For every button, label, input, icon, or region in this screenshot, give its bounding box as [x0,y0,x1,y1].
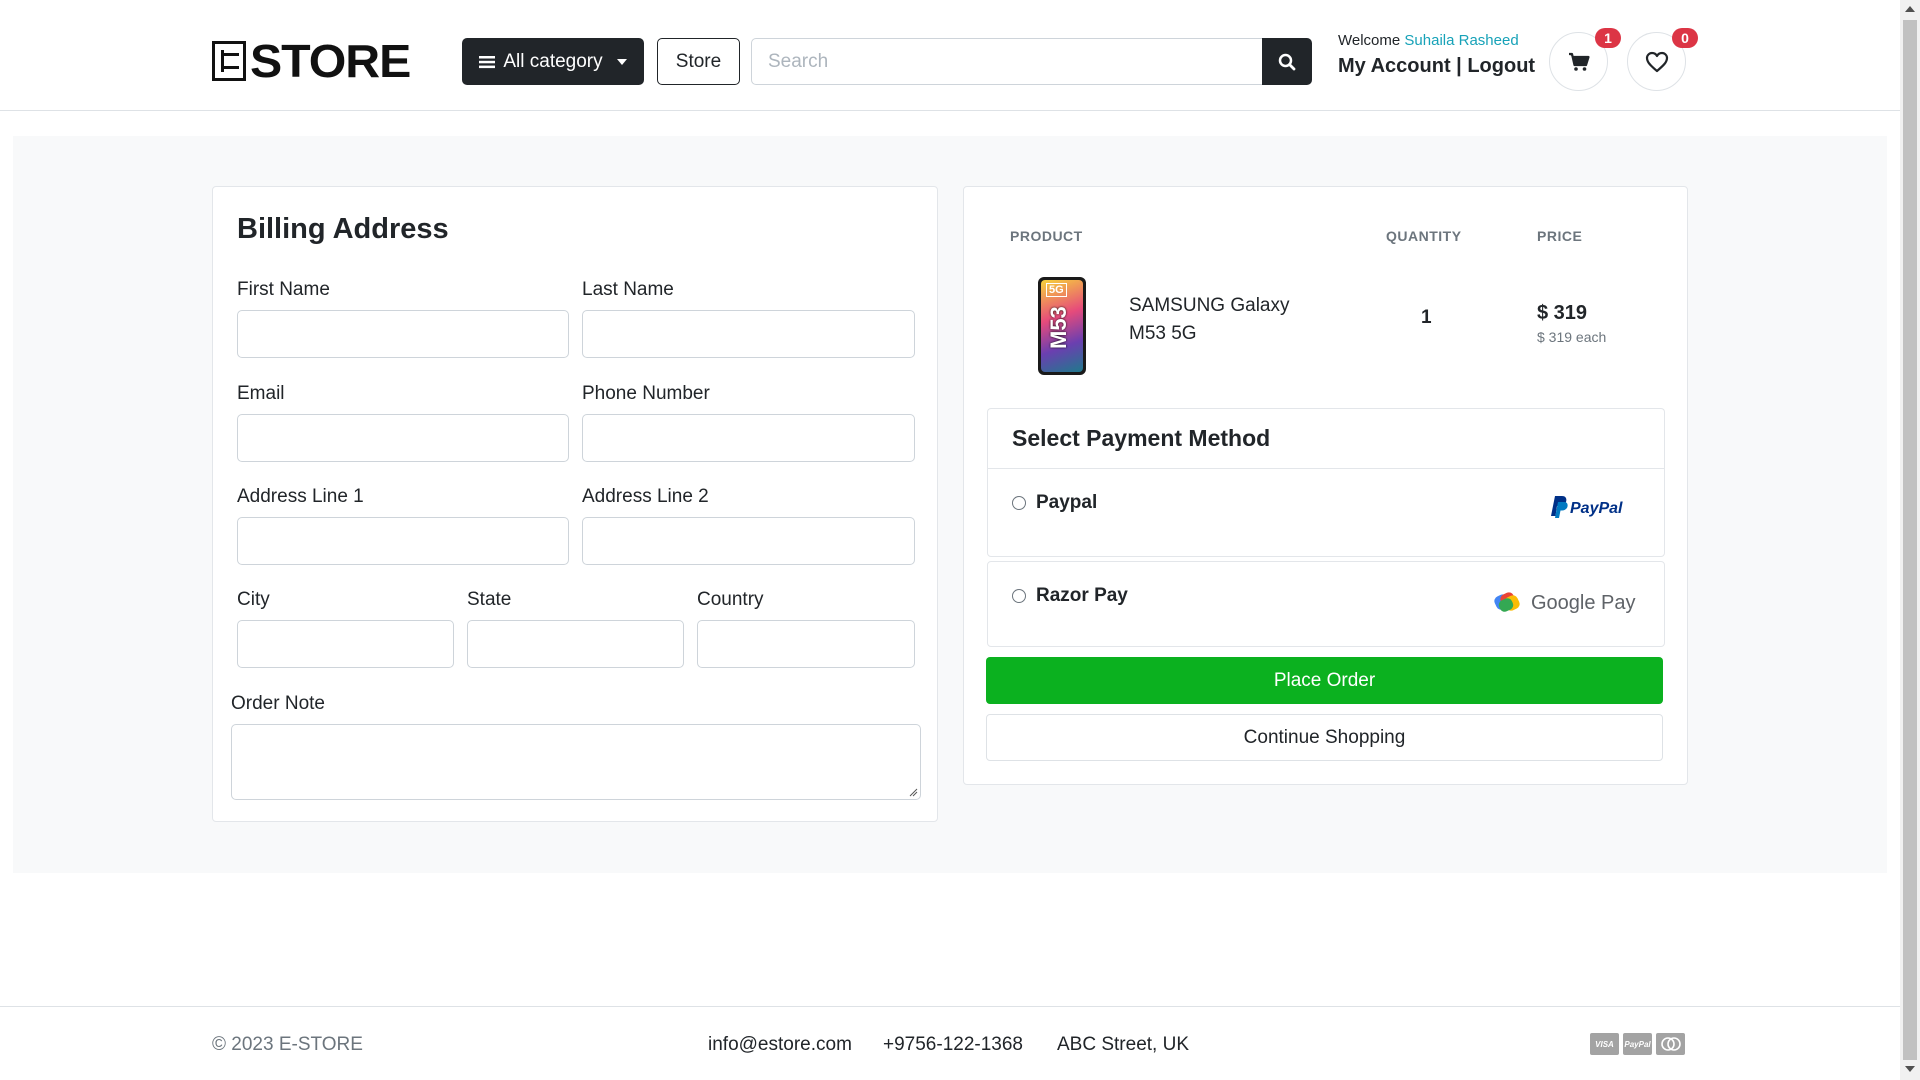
paypal-card-icon: PayPal [1623,1033,1652,1055]
paypal-radio[interactable] [1012,496,1026,510]
heart-icon [1645,51,1668,72]
footer-email[interactable]: info@estore.com [708,1034,852,1056]
google-pay-icon [1494,592,1520,612]
billing-address-card: Billing Address First Name Last Name Ema… [212,186,938,822]
country-input[interactable] [697,620,915,668]
wishlist-count-badge: 0 [1672,28,1698,48]
visa-icon: VISA [1590,1033,1619,1055]
footer-address: ABC Street, UK [1057,1034,1189,1055]
razorpay-radio[interactable] [1012,589,1026,603]
cart-icon [1568,52,1590,71]
search-icon [1278,53,1296,70]
col-price-header: PRICE [1537,228,1583,244]
first-name-input[interactable] [237,310,569,358]
resize-handle-icon[interactable] [908,787,918,797]
order-note-label: Order Note [231,693,325,714]
caret-down-icon [616,58,627,65]
google-pay-text: Google Pay [1531,592,1636,614]
order-note-textarea[interactable] [231,724,921,800]
payment-method-title: Select Payment Method [1012,425,1271,451]
last-name-label: Last Name [582,279,674,300]
address2-label: Address Line 2 [582,486,709,507]
link-separator: | [1456,55,1462,77]
product-quantity: 1 [1421,307,1432,328]
paypal-label: Paypal [1036,492,1098,513]
product-price-each: $ 319 each [1537,329,1607,345]
mastercard-icon [1656,1033,1685,1055]
phone-input[interactable] [582,414,915,462]
payment-option-razorpay[interactable]: Razor Pay Google Pay [987,561,1665,647]
hamburger-icon [479,55,496,68]
all-category-button[interactable]: All category [462,38,644,85]
city-label: City [237,589,270,610]
payment-method-header: Select Payment Method [987,408,1665,468]
last-name-input[interactable] [582,310,915,358]
scroll-down-arrow-icon[interactable] [1905,1066,1915,1072]
user-name: Suhaila Rasheed [1404,32,1519,49]
scrollbar-thumb[interactable] [1903,20,1917,1060]
footer-phone[interactable]: +9756-122-1368 [883,1034,1023,1056]
product-image-text: M53 [1046,306,1071,350]
logout-link[interactable]: Logout [1467,55,1535,77]
phone-label: Phone Number [582,383,710,404]
state-label: State [467,589,512,610]
estore-logo[interactable]: STORE [212,38,411,84]
state-input[interactable] [467,620,684,668]
email-label: Email [237,383,285,404]
col-quantity-header: QUANTITY [1386,228,1462,244]
search-button[interactable] [1262,38,1312,85]
razorpay-label: Razor Pay [1036,585,1128,606]
account-links: My Account | Logout [1338,55,1535,78]
col-product-header: PRODUCT [1010,228,1083,244]
welcome-text: Welcome Suhaila Rasheed [1338,32,1519,49]
continue-shopping-button[interactable]: Continue Shopping [986,714,1663,761]
paypal-logo-icon: PayPal [1551,496,1623,518]
store-button[interactable]: Store [657,38,740,85]
logo-text: STORE [250,35,411,87]
address2-input[interactable] [582,517,915,565]
footer-divider [0,1006,1900,1007]
address1-label: Address Line 1 [237,486,364,507]
all-category-label: All category [503,50,603,72]
country-label: Country [697,589,764,610]
product-image: 5G M53 [1038,277,1086,375]
footer-payment-icons: VISA PayPal [1590,1033,1685,1055]
product-name: SAMSUNG Galaxy M53 5G [1129,295,1290,344]
cart-count-badge: 1 [1595,28,1621,48]
place-order-button[interactable]: Place Order [986,657,1663,704]
email-input[interactable] [237,414,569,462]
my-account-link[interactable]: My Account [1338,55,1451,77]
site-header: STORE All category Store Welcome Suhaila… [0,0,1900,111]
scroll-up-arrow-icon[interactable] [1905,6,1915,12]
search-input[interactable] [751,38,1263,85]
logo-e-icon [212,41,246,81]
payment-option-paypal[interactable]: Paypal PayPal [987,468,1665,557]
address1-input[interactable] [237,517,569,565]
footer-copyright: © 2023 E-STORE [212,1034,363,1055]
billing-title: Billing Address [237,213,449,245]
product-price: $ 319 [1537,302,1588,324]
welcome-prefix: Welcome [1338,32,1401,49]
paypal-word-pay: PayPal [1570,500,1623,517]
city-input[interactable] [237,620,454,668]
first-name-label: First Name [237,279,330,300]
